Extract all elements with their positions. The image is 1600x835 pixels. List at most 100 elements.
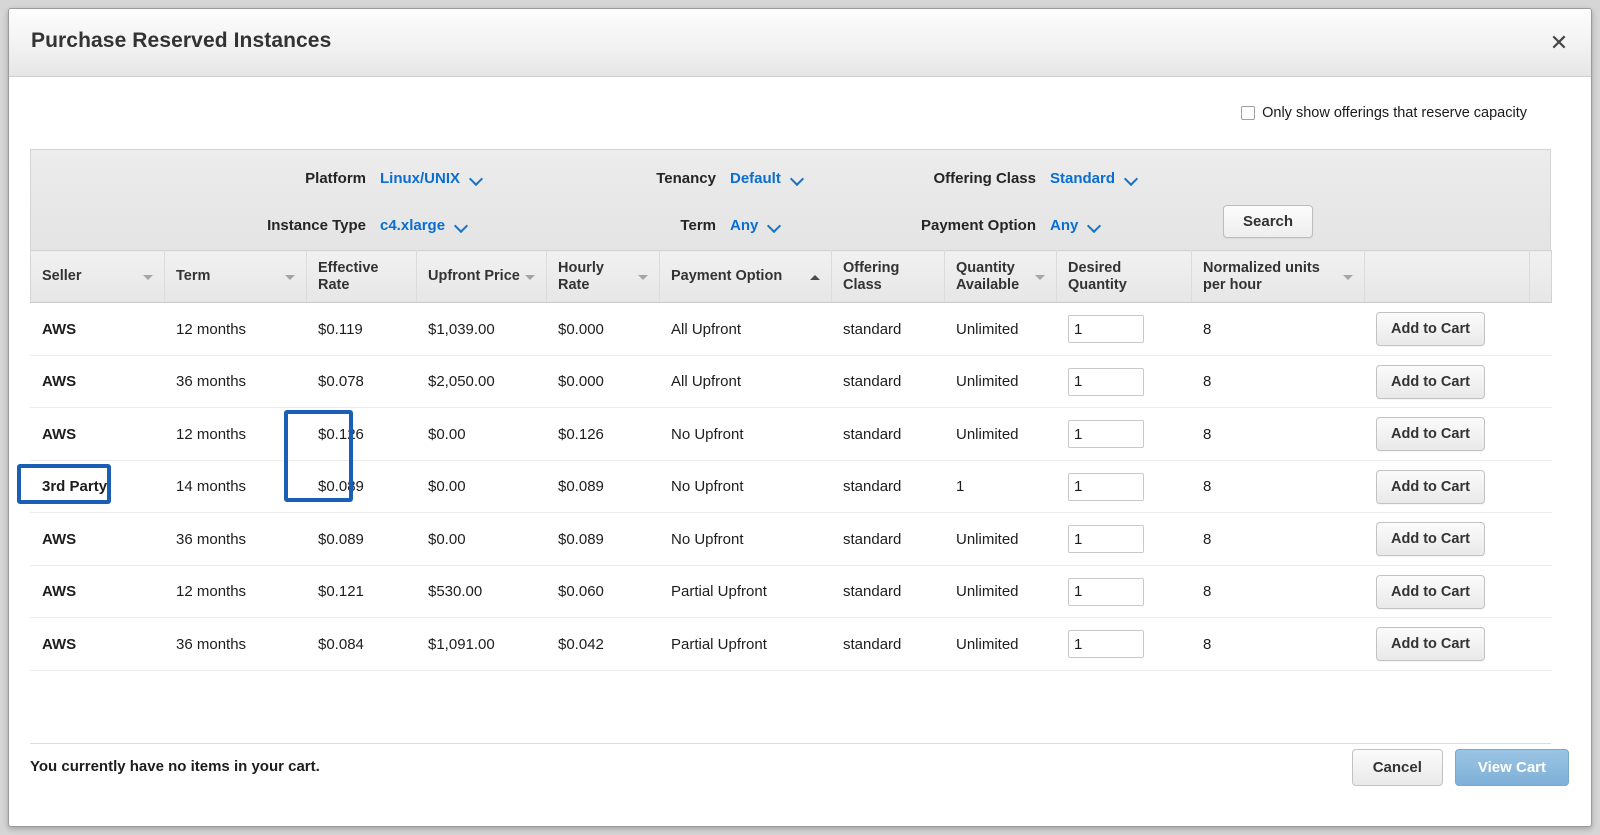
cell-payment-option: All Upfront	[660, 355, 832, 408]
filter-payment-option-control[interactable]: Any	[1036, 217, 1101, 234]
cell-desired-quantity	[1057, 460, 1192, 513]
cell-seller: AWS	[31, 565, 165, 618]
column-header-label: Normalized units per hour	[1203, 260, 1338, 293]
table-row: 3rd Party14 months$0.089$0.00$0.089No Up…	[31, 460, 1552, 513]
add-to-cart-button[interactable]: Add to Cart	[1376, 365, 1485, 399]
column-header-quantity-available[interactable]: Quantity Available	[945, 251, 1057, 303]
cancel-button[interactable]: Cancel	[1352, 749, 1443, 786]
cell-payment-option: No Upfront	[660, 513, 832, 566]
cell-desired-quantity	[1057, 408, 1192, 461]
filter-tenancy-label: Tenancy	[656, 170, 716, 187]
table-row: AWS36 months$0.084$1,091.00$0.042Partial…	[31, 618, 1552, 671]
cell-actions: Add to Cart	[1365, 460, 1530, 513]
cell-spacer	[1530, 565, 1552, 618]
desired-quantity-input[interactable]	[1068, 578, 1144, 606]
cell-term: 12 months	[165, 565, 307, 618]
view-cart-button[interactable]: View Cart	[1455, 749, 1569, 786]
desired-quantity-input[interactable]	[1068, 473, 1144, 501]
cell-actions: Add to Cart	[1365, 408, 1530, 461]
cell-desired-quantity	[1057, 513, 1192, 566]
filter-offering-class: Offering Class	[771, 170, 1036, 187]
column-header-desired-quantity[interactable]: Desired Quantity	[1057, 251, 1192, 303]
filter-offering-class-control[interactable]: Standard	[1036, 170, 1138, 187]
cell-quantity-available: Unlimited	[945, 355, 1057, 408]
cell-quantity-available: Unlimited	[945, 513, 1057, 566]
filter-term-value[interactable]: Any	[730, 217, 758, 234]
add-to-cart-button[interactable]: Add to Cart	[1376, 522, 1485, 556]
filter-panel: Platform Linux/UNIX Tenancy Default Offe…	[30, 149, 1551, 250]
table-row: AWS12 months$0.119$1,039.00$0.000All Upf…	[31, 303, 1552, 356]
column-header-label: Seller	[42, 268, 82, 285]
chevron-down-icon[interactable]	[1088, 219, 1101, 232]
cell-normalized-units: 8	[1192, 618, 1365, 671]
cell-term: 36 months	[165, 618, 307, 671]
column-header-label: Hourly Rate	[558, 260, 633, 293]
filter-payment-option-label: Payment Option	[921, 217, 1036, 234]
chevron-down-icon[interactable]	[1125, 172, 1138, 185]
purchase-reserved-instances-dialog: Purchase Reserved Instances ✕ Only show …	[8, 8, 1592, 827]
sort-menu-icon[interactable]	[284, 271, 296, 283]
cell-spacer	[1530, 408, 1552, 461]
column-header-actions[interactable]	[1365, 251, 1530, 303]
desired-quantity-input[interactable]	[1068, 420, 1144, 448]
column-header-term[interactable]: Term	[165, 251, 307, 303]
add-to-cart-button[interactable]: Add to Cart	[1376, 470, 1485, 504]
search-button[interactable]: Search	[1223, 205, 1313, 238]
filter-offering-class-label: Offering Class	[933, 170, 1036, 187]
column-header-label: Effective Rate	[318, 260, 406, 293]
column-header-hourly-rate[interactable]: Hourly Rate	[547, 251, 660, 303]
sort-menu-icon[interactable]	[637, 271, 649, 283]
cell-actions: Add to Cart	[1365, 513, 1530, 566]
filter-payment-option: Payment Option	[771, 217, 1036, 234]
cell-normalized-units: 8	[1192, 408, 1365, 461]
cell-quantity-available: Unlimited	[945, 303, 1057, 356]
column-header-payment-option[interactable]: Payment Option	[660, 251, 832, 303]
filter-payment-option-value[interactable]: Any	[1050, 217, 1078, 234]
desired-quantity-input[interactable]	[1068, 315, 1144, 343]
cell-upfront-price: $0.00	[417, 408, 547, 461]
cell-desired-quantity	[1057, 303, 1192, 356]
filter-row-2: Instance Type c4.xlarge Term Any Payment…	[31, 210, 1550, 240]
filter-offering-class-value[interactable]: Standard	[1050, 170, 1115, 187]
add-to-cart-button[interactable]: Add to Cart	[1376, 417, 1485, 451]
cell-payment-option: Partial Upfront	[660, 618, 832, 671]
sort-menu-icon[interactable]	[142, 271, 154, 283]
sort-ascending-icon[interactable]	[809, 271, 821, 283]
table-row: AWS12 months$0.121$530.00$0.060Partial U…	[31, 565, 1552, 618]
column-header-seller[interactable]: Seller	[31, 251, 165, 303]
desired-quantity-input[interactable]	[1068, 368, 1144, 396]
cell-hourly-rate: $0.000	[547, 355, 660, 408]
reserve-capacity-checkbox[interactable]	[1241, 106, 1255, 120]
sort-menu-icon[interactable]	[1034, 271, 1046, 283]
add-to-cart-button[interactable]: Add to Cart	[1376, 627, 1485, 661]
column-header-offering-class[interactable]: Offering Class	[832, 251, 945, 303]
cell-normalized-units: 8	[1192, 355, 1365, 408]
cell-seller: 3rd Party	[31, 460, 165, 513]
column-header-normalized-units-per-hour[interactable]: Normalized units per hour	[1192, 251, 1365, 303]
cell-normalized-units: 8	[1192, 303, 1365, 356]
add-to-cart-button[interactable]: Add to Cart	[1376, 312, 1485, 346]
desired-quantity-input[interactable]	[1068, 525, 1144, 553]
offerings-table: Seller Term Effective Rate Upfront Price Hou…	[30, 250, 1551, 671]
cell-effective-rate: $0.126	[307, 408, 417, 461]
cell-hourly-rate: $0.089	[547, 460, 660, 513]
cell-offering-class: standard	[832, 513, 945, 566]
cell-desired-quantity	[1057, 355, 1192, 408]
column-header-actions[interactable]	[1530, 251, 1552, 303]
column-header-upfront-price[interactable]: Upfront Price	[417, 251, 547, 303]
footer-divider	[30, 743, 1551, 744]
cell-actions: Add to Cart	[1365, 565, 1530, 618]
dialog-header: Purchase Reserved Instances ✕	[9, 9, 1591, 77]
cell-normalized-units: 8	[1192, 460, 1365, 513]
cell-hourly-rate: $0.060	[547, 565, 660, 618]
sort-menu-icon[interactable]	[1342, 271, 1354, 283]
column-header-effective-rate[interactable]: Effective Rate	[307, 251, 417, 303]
sort-menu-icon[interactable]	[524, 271, 536, 283]
close-icon[interactable]: ✕	[1545, 29, 1573, 57]
cell-offering-class: standard	[832, 408, 945, 461]
reserve-capacity-filter[interactable]: Only show offerings that reserve capacit…	[1241, 105, 1527, 121]
add-to-cart-button[interactable]: Add to Cart	[1376, 575, 1485, 609]
cell-effective-rate: $0.119	[307, 303, 417, 356]
filter-instance-type-label: Instance Type	[267, 217, 366, 234]
desired-quantity-input[interactable]	[1068, 630, 1144, 658]
